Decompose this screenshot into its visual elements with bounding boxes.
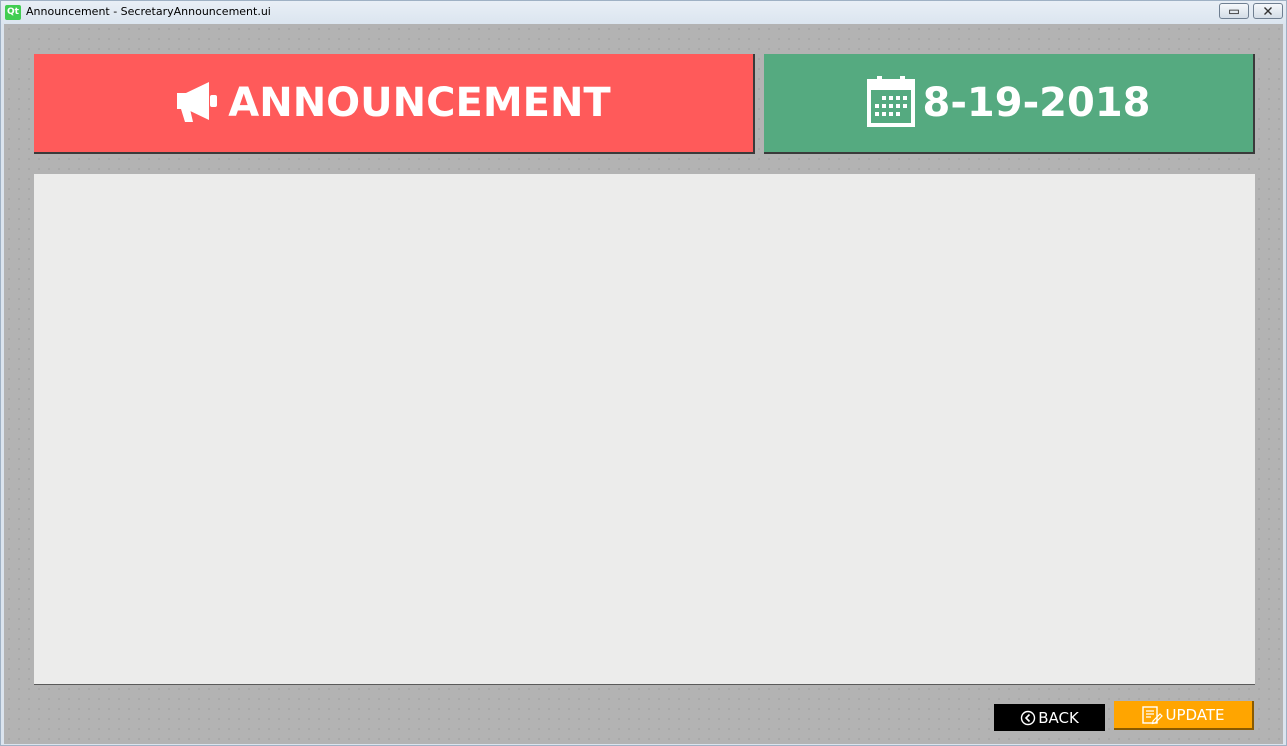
minimize-button[interactable] [1219,3,1249,19]
megaphone-icon [176,78,222,128]
announcement-text-area[interactable] [34,174,1255,685]
back-button[interactable]: BACK [994,704,1105,731]
app-window: Qt Announcement - SecretaryAnnouncement.… [0,0,1287,746]
announcement-banner: ANNOUNCEMENT [34,54,755,154]
calendar-icon [866,75,916,131]
update-button[interactable]: UPDATE [1114,701,1254,730]
close-icon [1264,7,1272,15]
back-button-label: BACK [1038,708,1079,727]
update-button-label: UPDATE [1165,705,1225,724]
date-label: 8-19-2018 [922,80,1151,126]
main-panel: ANNOUNCEMENT 8-19-2018 BACK UPDATE [4,24,1283,744]
announcement-title: ANNOUNCEMENT [228,80,611,126]
window-title: Announcement - SecretaryAnnouncement.ui [26,5,271,18]
title-bar[interactable]: Qt Announcement - SecretaryAnnouncement.… [1,1,1286,24]
chevron-left-circle-icon [1020,710,1036,726]
date-banner: 8-19-2018 [764,54,1255,154]
minimize-icon [1229,9,1239,15]
edit-note-icon [1141,705,1164,725]
close-button[interactable] [1253,3,1283,19]
qt-logo-icon: Qt [5,5,21,20]
